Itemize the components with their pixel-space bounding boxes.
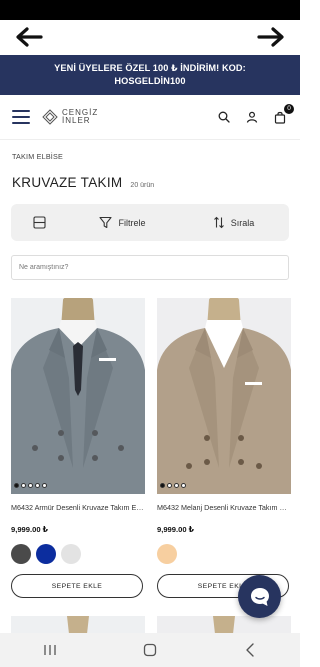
filter-funnel-icon	[99, 216, 113, 229]
color-swatches	[11, 544, 145, 564]
shopping-bag-icon[interactable]: 0	[272, 104, 294, 125]
carousel-dot[interactable]	[35, 483, 40, 488]
next-product-row-partial	[0, 616, 300, 634]
product-price: 9,999.00 ₺	[157, 525, 194, 534]
color-swatch-beige[interactable]	[157, 544, 177, 564]
chat-support-button[interactable]	[238, 575, 281, 618]
chat-bubble-icon	[250, 587, 269, 606]
product-image-partial[interactable]	[11, 616, 145, 634]
logo-text-line2: İNLER	[62, 116, 91, 125]
image-carousel-dots	[160, 483, 186, 488]
image-carousel-dots	[14, 483, 47, 488]
carousel-dot[interactable]	[167, 483, 172, 488]
back-icon[interactable]	[235, 638, 265, 662]
promo-banner[interactable]: YENİ ÜYELERE ÖZEL 100 ₺ İNDİRİM! KOD: HO…	[0, 55, 300, 95]
breadcrumb[interactable]: TAKIM ELBİSE	[0, 152, 300, 161]
filter-button[interactable]: Filtrele	[67, 204, 178, 241]
carousel-dot[interactable]	[28, 483, 33, 488]
brand-logo[interactable]: CENGİZ İNLER	[42, 109, 98, 125]
product-card[interactable]: M6432 Melanj Desenli Kruvaze Takım Elbis…	[157, 298, 291, 598]
sort-label: Sırala	[230, 217, 255, 228]
page-title: KRUVAZE TAKIM	[12, 175, 123, 190]
suit-photo-gray	[11, 298, 145, 494]
forward-arrow-icon[interactable]	[256, 24, 286, 50]
product-name[interactable]: M6432 Melanj Desenli Kruvaze Takım Elbis…	[157, 503, 291, 512]
color-swatch-dark-gray[interactable]	[11, 544, 31, 564]
system-navigation-bar	[0, 633, 300, 667]
listing-toolbar: Filtrele Sırala	[11, 204, 289, 241]
color-swatches	[157, 544, 291, 564]
grid-layout-icon	[32, 216, 46, 229]
back-arrow-icon[interactable]	[14, 24, 44, 50]
home-icon[interactable]	[135, 638, 165, 662]
cart-count-badge: 0	[284, 104, 294, 114]
logo-mark-icon	[42, 109, 58, 125]
sort-arrows-icon	[213, 216, 224, 229]
carousel-dot[interactable]	[181, 483, 186, 488]
filter-label: Filtrele	[118, 217, 146, 228]
hamburger-menu-icon[interactable]	[12, 110, 30, 124]
suit-photo-beige	[157, 298, 291, 494]
carousel-dot[interactable]	[21, 483, 26, 488]
carousel-dot[interactable]	[160, 483, 165, 488]
product-card[interactable]: M6432 Armür Desenli Kruvaze Takım Elbise…	[11, 298, 145, 598]
carousel-dot[interactable]	[14, 483, 19, 488]
carousel-dot[interactable]	[174, 483, 179, 488]
promo-code: HOSGELDİN100	[114, 76, 186, 86]
add-to-cart-button[interactable]: SEPETE EKLE	[11, 574, 143, 598]
status-bar	[0, 0, 300, 20]
product-image-partial[interactable]	[157, 616, 291, 634]
product-name[interactable]: M6432 Armür Desenli Kruvaze Takım Elbise	[11, 503, 145, 512]
search-box[interactable]	[11, 255, 289, 280]
site-header: CENGİZ İNLER 0	[0, 95, 300, 140]
browser-nav-bar	[0, 20, 300, 55]
color-swatch-blue[interactable]	[36, 544, 56, 564]
grid-view-toggle[interactable]	[11, 204, 67, 241]
search-input[interactable]	[19, 264, 281, 271]
user-icon[interactable]	[244, 109, 260, 125]
product-price: 9,999.00 ₺	[11, 525, 48, 534]
sort-button[interactable]: Sırala	[178, 204, 289, 241]
search-icon[interactable]	[216, 109, 232, 125]
product-image[interactable]	[157, 298, 291, 494]
recent-apps-icon[interactable]	[35, 638, 65, 662]
color-swatch-light-gray[interactable]	[61, 544, 81, 564]
result-count: 20 ürün	[130, 182, 155, 189]
promo-text-line1: YENİ ÜYELERE ÖZEL 100 ₺ İNDİRİM! KOD:	[54, 63, 246, 73]
carousel-dot[interactable]	[42, 483, 47, 488]
product-image[interactable]	[11, 298, 145, 494]
